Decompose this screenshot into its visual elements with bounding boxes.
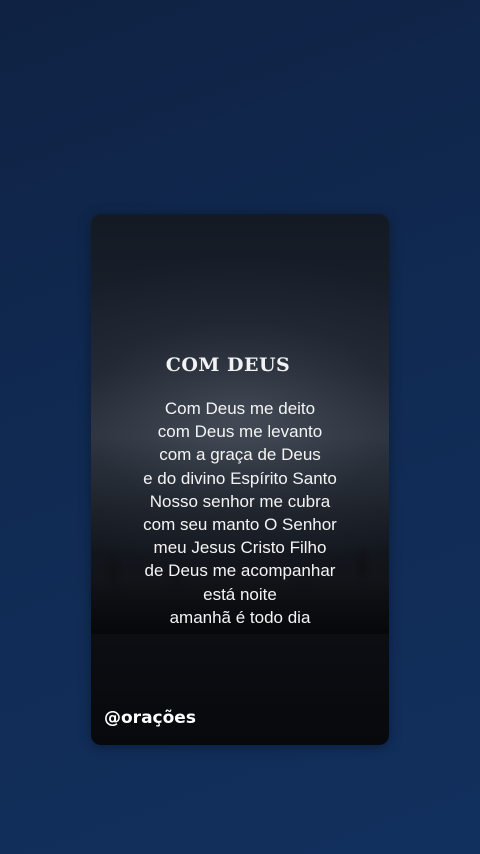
prayer-card[interactable]: COM DEUS Com Deus me deito com Deus me l… bbox=[91, 214, 389, 745]
prayer-line: e do divino Espírito Santo bbox=[143, 468, 337, 488]
prayer-line: está noite bbox=[203, 584, 277, 604]
prayer-line: Nosso senhor me cubra bbox=[149, 491, 331, 511]
prayer-line: de Deus me acompanhar bbox=[144, 561, 336, 581]
prayer-line: meu Jesus Cristo Filho bbox=[153, 538, 327, 558]
prayer-line: com seu manto O Senhor bbox=[143, 515, 337, 535]
prayer-title: COM DEUS bbox=[165, 354, 291, 376]
prayer-line: com Deus me levanto bbox=[157, 422, 323, 442]
account-handle[interactable]: @orações bbox=[104, 708, 196, 728]
prayer-text: Com Deus me deito com Deus me levanto co… bbox=[91, 397, 389, 629]
prayer-line: Com Deus me deito bbox=[164, 399, 316, 418]
prayer-line: com a graça de Deus bbox=[159, 445, 321, 465]
prayer-line: amanhã é todo dia bbox=[169, 607, 311, 627]
